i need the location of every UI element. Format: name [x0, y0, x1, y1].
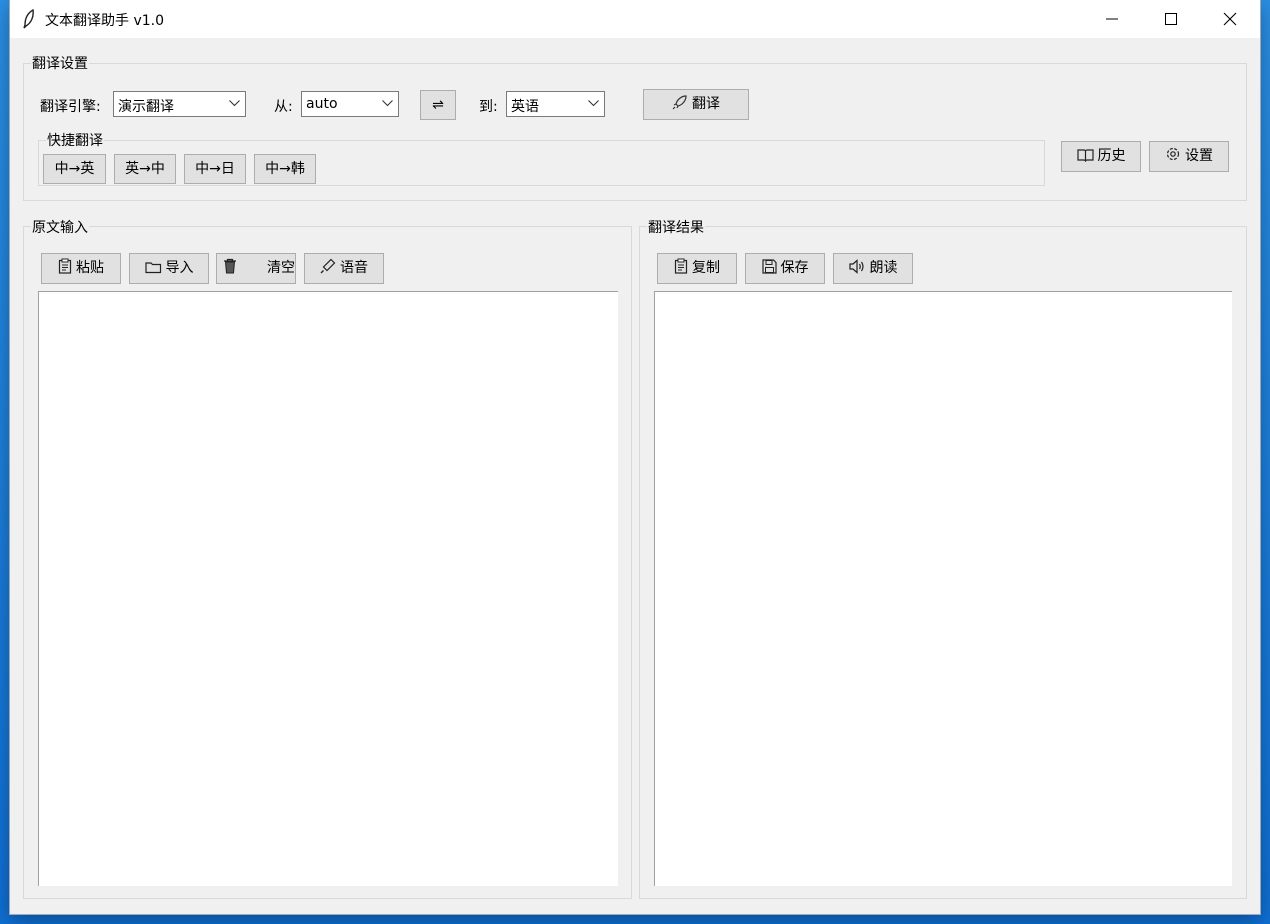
- source-text-input[interactable]: [38, 291, 618, 886]
- clear-label: 清空: [267, 260, 295, 276]
- from-select[interactable]: auto: [301, 91, 399, 117]
- clear-button[interactable]: 清空: [216, 253, 296, 284]
- read-aloud-label: 朗读: [869, 260, 898, 276]
- result-legend: 翻译结果: [647, 217, 705, 237]
- chevron-down-icon: [588, 100, 599, 107]
- to-select[interactable]: 英语: [506, 91, 605, 117]
- window-title: 文本翻译助手 v1.0: [45, 13, 164, 29]
- to-value: 英语: [511, 99, 539, 115]
- save-button[interactable]: 保存: [745, 253, 825, 284]
- result-text-output[interactable]: [654, 291, 1232, 886]
- swap-button[interactable]: ⇌: [420, 90, 456, 120]
- import-label: 导入: [165, 260, 194, 276]
- rocket-icon: [672, 95, 687, 110]
- gear-icon: [1166, 147, 1180, 161]
- folder-icon: [144, 262, 161, 274]
- from-value: auto: [306, 96, 338, 112]
- maximize-button[interactable]: [1142, 0, 1200, 38]
- paste-label: 粘贴: [76, 260, 104, 276]
- settings-label: 设置: [1185, 148, 1213, 164]
- engine-label: 翻译引擎:: [40, 99, 101, 115]
- settings-legend: 翻译设置: [31, 53, 89, 73]
- chevron-down-icon: [229, 100, 240, 107]
- speaker-icon: [848, 259, 864, 274]
- app-window: 文本翻译助手 v1.0 翻译设置 翻译引擎: 演示翻译 从: auto ⇌ 到:…: [10, 0, 1260, 914]
- minimize-icon: [1106, 18, 1118, 20]
- import-button[interactable]: 导入: [129, 253, 209, 284]
- maximize-icon: [1165, 13, 1177, 25]
- quick-translate-legend: 快捷翻译: [46, 130, 104, 150]
- swap-icon: ⇌: [432, 97, 444, 113]
- engine-select[interactable]: 演示翻译: [113, 91, 246, 117]
- microphone-icon: [320, 258, 336, 274]
- chevron-down-icon: [382, 100, 393, 107]
- history-button[interactable]: 历史: [1061, 141, 1141, 172]
- floppy-disk-icon: [761, 259, 777, 274]
- translate-button[interactable]: 翻译: [643, 89, 749, 120]
- read-aloud-button[interactable]: 朗读: [833, 253, 913, 284]
- paste-button[interactable]: 粘贴: [41, 253, 121, 284]
- quick-zh-ko-button[interactable]: 中→韩: [254, 154, 316, 184]
- clipboard-icon: [58, 258, 72, 274]
- from-label: 从:: [274, 99, 293, 115]
- trash-icon: [224, 258, 236, 274]
- voice-button[interactable]: 语音: [304, 253, 384, 284]
- minimize-button[interactable]: [1083, 0, 1141, 38]
- clipboard-icon: [674, 258, 688, 274]
- save-label: 保存: [780, 260, 809, 276]
- to-label: 到:: [479, 99, 498, 115]
- copy-button[interactable]: 复制: [657, 253, 737, 284]
- settings-button[interactable]: 设置: [1149, 141, 1229, 172]
- feather-icon: [23, 9, 34, 29]
- copy-label: 复制: [692, 260, 720, 276]
- source-legend: 原文输入: [31, 217, 89, 237]
- history-label: 历史: [1097, 148, 1126, 164]
- quick-zh-ja-label: 中→日: [195, 161, 235, 177]
- translate-label: 翻译: [692, 96, 720, 112]
- quick-zh-ja-button[interactable]: 中→日: [184, 154, 246, 184]
- book-icon: [1076, 149, 1094, 163]
- voice-label: 语音: [340, 260, 368, 276]
- close-icon: [1223, 12, 1237, 26]
- quick-zh-ko-label: 中→韩: [265, 161, 305, 177]
- close-button[interactable]: [1201, 0, 1259, 38]
- quick-zh-en-label: 中→英: [54, 161, 95, 177]
- quick-en-zh-button[interactable]: 英→中: [114, 154, 176, 184]
- title-bar[interactable]: 文本翻译助手 v1.0: [10, 0, 1260, 38]
- quick-zh-en-button[interactable]: 中→英: [43, 154, 106, 184]
- engine-value: 演示翻译: [118, 99, 174, 115]
- quick-en-zh-label: 英→中: [125, 161, 165, 177]
